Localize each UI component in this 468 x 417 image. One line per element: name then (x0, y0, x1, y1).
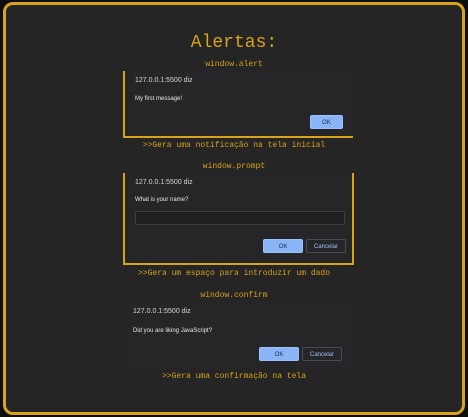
dialog-origin: 127.0.0.1:5500 diz (133, 308, 191, 315)
ok-button[interactable]: OK (263, 239, 303, 253)
section-caption-confirm: >>Gera uma confirmação na tela (161, 372, 307, 381)
ok-button[interactable]: OK (310, 115, 343, 129)
name-input[interactable] (135, 211, 345, 225)
section-caption-prompt: >>Gera um espaço para introduzir um dado (137, 269, 331, 278)
alert-dialog: 127.0.0.1:5500 diz My first message! OK (123, 71, 353, 138)
cancel-button[interactable]: Cancelar (306, 239, 346, 253)
cancel-button[interactable]: Cancelar (302, 347, 342, 361)
dialog-message: My first message! (135, 96, 183, 102)
ok-button[interactable]: OK (259, 347, 299, 361)
prompt-dialog: 127.0.0.1:5500 diz What is your name? OK… (123, 173, 354, 265)
dialog-message: Did you are liking JavaScript? (133, 328, 213, 334)
page-frame: Alertas: window.alert 127.0.0.1:5500 diz… (3, 2, 465, 415)
page-title: Alertas: (190, 33, 278, 53)
section-label-alert: window.alert (205, 60, 263, 69)
section-label-confirm: window.confirm (200, 291, 268, 300)
section-caption-alert: >>Gera uma notificação na tela inicial (142, 141, 326, 150)
dialog-message: What is your name? (135, 197, 189, 203)
section-label-prompt: window.prompt (202, 162, 266, 171)
dialog-origin: 127.0.0.1:5500 diz (135, 179, 193, 186)
dialog-origin: 127.0.0.1:5500 diz (135, 77, 193, 84)
confirm-dialog: 127.0.0.1:5500 diz Did you are liking Ja… (123, 302, 353, 368)
